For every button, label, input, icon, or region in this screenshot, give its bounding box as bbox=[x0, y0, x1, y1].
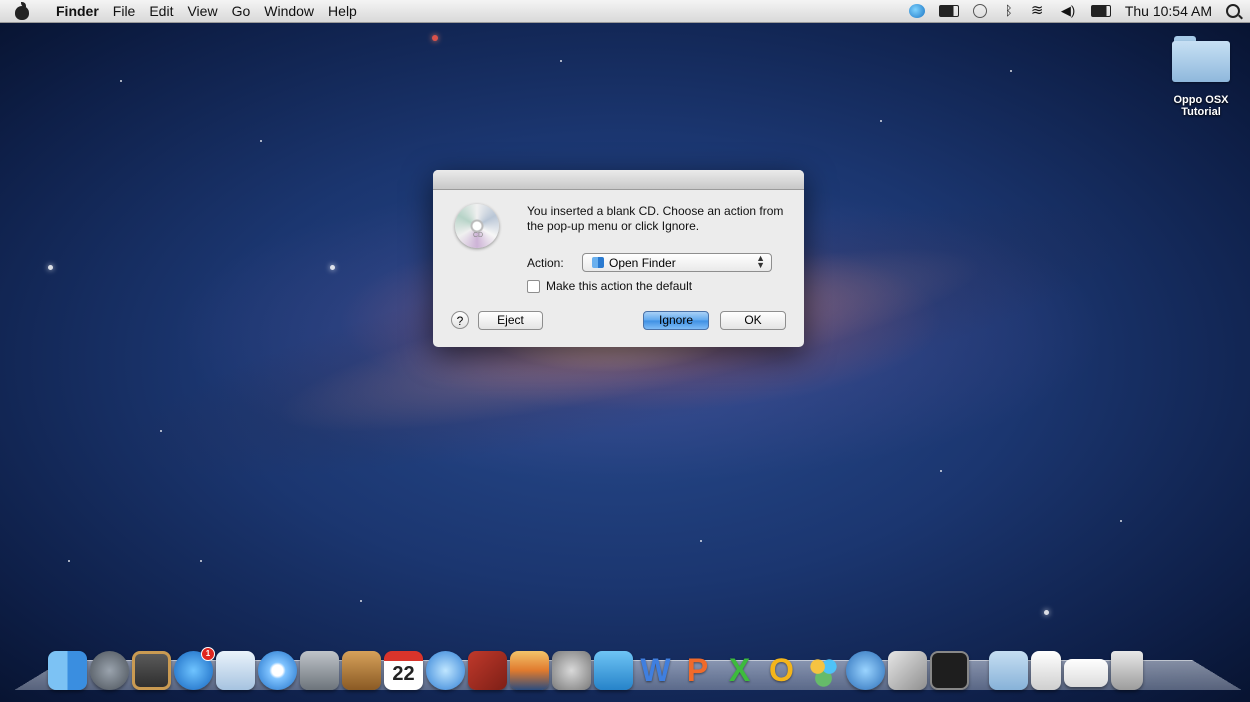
star bbox=[160, 430, 162, 432]
calendar-dock-icon[interactable]: 22 bbox=[384, 651, 423, 690]
xcode-dock-icon[interactable] bbox=[594, 651, 633, 690]
network-globe-dock-icon[interactable] bbox=[846, 651, 885, 690]
help-button[interactable]: ? bbox=[451, 311, 469, 329]
apple-menu-icon[interactable] bbox=[14, 2, 30, 20]
status-area: ᛒ ≋ ◀) Thu 10:54 AM bbox=[908, 0, 1240, 22]
mission-control-dock-icon[interactable] bbox=[132, 651, 171, 690]
outlook-dock-icon[interactable]: O bbox=[762, 651, 801, 690]
iphoto-dock-icon[interactable] bbox=[510, 651, 549, 690]
spotlight-search-icon[interactable] bbox=[1226, 4, 1240, 18]
star bbox=[880, 120, 882, 122]
photo-booth-dock-icon[interactable] bbox=[468, 651, 507, 690]
menu-edit[interactable]: Edit bbox=[149, 3, 173, 19]
star bbox=[360, 600, 362, 602]
menu-window[interactable]: Window bbox=[264, 3, 314, 19]
word-dock-icon[interactable]: W bbox=[636, 651, 675, 690]
applications-folder-dock-icon[interactable] bbox=[989, 651, 1028, 690]
star bbox=[68, 560, 70, 562]
folder-icon bbox=[1172, 36, 1230, 82]
star bbox=[200, 560, 202, 562]
star bbox=[330, 265, 335, 270]
action-popup-value: Open Finder bbox=[609, 255, 676, 270]
ok-button[interactable]: OK bbox=[720, 311, 786, 330]
star bbox=[1010, 70, 1012, 72]
cd-icon-text: CD bbox=[473, 232, 484, 239]
app-store-dock-icon[interactable]: 1 bbox=[174, 647, 215, 690]
ignore-button[interactable]: Ignore bbox=[643, 311, 709, 330]
menu-view[interactable]: View bbox=[187, 3, 217, 19]
facetime-dock-icon[interactable] bbox=[300, 651, 339, 690]
app-store-badge: 1 bbox=[201, 647, 215, 661]
wifi-icon[interactable]: ≋ bbox=[1031, 3, 1047, 18]
time-machine-icon[interactable] bbox=[972, 4, 987, 18]
powerpoint-dock-icon[interactable]: P bbox=[678, 651, 717, 690]
trash-dock-icon[interactable] bbox=[1111, 651, 1143, 690]
desktop-folder-label: Oppo OSX Tutorial bbox=[1173, 94, 1229, 118]
cd-icon: CD bbox=[455, 204, 499, 248]
finder-icon bbox=[592, 257, 604, 268]
action-popup[interactable]: Open Finder ▲ ▼ bbox=[582, 253, 772, 272]
default-action-checkbox[interactable] bbox=[527, 279, 540, 293]
dock: 1 22 W P X O bbox=[48, 647, 1218, 695]
star bbox=[48, 265, 53, 270]
blank-cd-dialog: CD You inserted a blank CD. Choose an ac… bbox=[433, 170, 804, 347]
screenshot-dock-icon[interactable] bbox=[1064, 659, 1108, 687]
star bbox=[432, 35, 438, 41]
itunes-dock-icon[interactable] bbox=[426, 651, 465, 690]
star bbox=[940, 470, 942, 472]
mail-dock-icon[interactable] bbox=[216, 651, 255, 690]
star bbox=[1120, 520, 1122, 522]
globe-icon[interactable] bbox=[908, 4, 925, 18]
battery-icon[interactable] bbox=[1090, 5, 1111, 17]
star bbox=[560, 60, 562, 62]
address-book-dock-icon[interactable] bbox=[342, 651, 381, 690]
default-action-label[interactable]: Make this action the default bbox=[546, 279, 692, 293]
menu-go[interactable]: Go bbox=[232, 3, 251, 19]
volume-icon[interactable]: ◀) bbox=[1061, 4, 1077, 18]
desktop-folder[interactable]: Oppo OSX Tutorial bbox=[1166, 36, 1236, 118]
star bbox=[1044, 610, 1049, 615]
document-dock-icon[interactable] bbox=[1031, 651, 1061, 690]
launchpad-dock-icon[interactable] bbox=[90, 651, 129, 690]
bluetooth-icon[interactable]: ᛒ bbox=[1001, 4, 1017, 18]
menu-file[interactable]: File bbox=[113, 3, 136, 19]
dialog-message: You inserted a blank CD. Choose an actio… bbox=[527, 204, 784, 233]
excel-dock-icon[interactable]: X bbox=[720, 651, 759, 690]
calendar-day: 22 bbox=[392, 663, 415, 685]
messenger-dock-icon[interactable] bbox=[804, 651, 843, 690]
terminal-dock-icon[interactable] bbox=[930, 651, 969, 690]
dock-separator bbox=[972, 651, 986, 695]
default-action-row: Make this action the default bbox=[527, 279, 692, 293]
menu-app-finder[interactable]: Finder bbox=[56, 3, 99, 19]
star bbox=[260, 140, 262, 142]
action-label: Action: bbox=[527, 256, 564, 270]
star bbox=[700, 540, 702, 542]
dialog-titlebar[interactable] bbox=[433, 170, 804, 190]
finder-dock-icon[interactable] bbox=[48, 651, 87, 690]
star bbox=[120, 80, 122, 82]
menu-clock[interactable]: Thu 10:54 AM bbox=[1125, 3, 1212, 19]
safari-dock-icon[interactable] bbox=[258, 651, 297, 690]
menu-bar: Finder File Edit View Go Window Help ᛒ ≋… bbox=[0, 0, 1250, 23]
eject-button[interactable]: Eject bbox=[478, 311, 543, 330]
keyboard-battery-icon[interactable] bbox=[938, 5, 959, 17]
system-preferences-dock-icon[interactable] bbox=[552, 651, 591, 690]
popup-arrows-icon: ▲ ▼ bbox=[756, 253, 765, 270]
menu-help[interactable]: Help bbox=[328, 3, 357, 19]
remote-desktop-dock-icon[interactable] bbox=[888, 651, 927, 690]
